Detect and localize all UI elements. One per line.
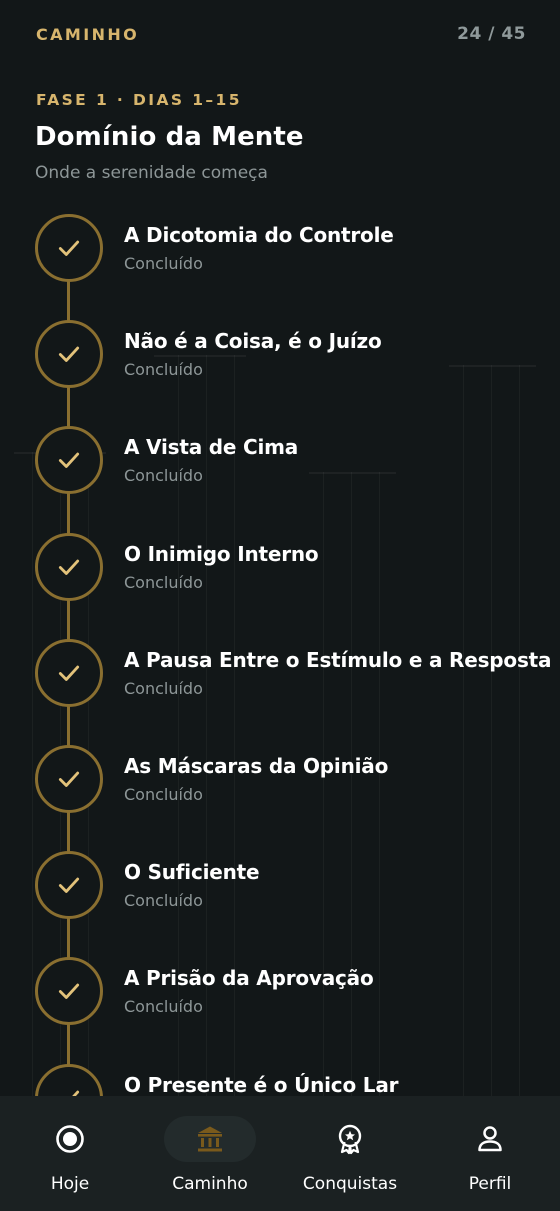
check-icon bbox=[56, 978, 82, 1004]
lesson-title: A Prisão da Aprovação bbox=[124, 966, 374, 991]
completed-step-circle bbox=[35, 320, 103, 389]
completed-step-circle bbox=[35, 957, 103, 1026]
lesson-item[interactable]: A Dicotomia do Controle Concluído bbox=[0, 214, 560, 304]
lesson-title: O Presente é o Único Lar bbox=[124, 1072, 399, 1097]
lesson-item[interactable]: O Suficiente Concluído bbox=[0, 851, 560, 941]
completed-step-circle bbox=[35, 426, 103, 495]
check-icon bbox=[56, 235, 82, 261]
lesson-title: As Máscaras da Opinião bbox=[124, 754, 389, 778]
nav-item-caminho[interactable]: Caminho bbox=[140, 1116, 280, 1194]
temple-icon bbox=[164, 1116, 256, 1162]
lesson-item[interactable]: As Máscaras da Opinião Concluído bbox=[0, 745, 560, 835]
lesson-item[interactable]: A Pausa Entre o Estímulo e a Resposta Con… bbox=[0, 638, 560, 729]
nav-item-hoje[interactable]: Hoje bbox=[0, 1116, 140, 1194]
check-icon bbox=[56, 872, 82, 898]
lesson-status: Concluído bbox=[124, 785, 203, 804]
nav-label: Conquistas bbox=[302, 1174, 398, 1194]
lesson-status: Concluído bbox=[124, 360, 203, 380]
check-icon bbox=[56, 341, 82, 367]
bottom-navigation: Hoje Caminho Conquistas Perfil bbox=[0, 1096, 560, 1211]
nav-item-conquistas[interactable]: Conquistas bbox=[280, 1116, 420, 1194]
app-screen: CAMINHO 24 / 45 FASE 1 · DIAS 1–15 Domín… bbox=[0, 0, 560, 1211]
lesson-status: Concluído bbox=[124, 572, 203, 592]
target-icon bbox=[24, 1116, 116, 1162]
lesson-title: Não é a Coisa, é o Juízo bbox=[124, 329, 382, 354]
lesson-status: Concluído bbox=[124, 254, 203, 273]
lesson-title: O Inimigo Interno bbox=[124, 541, 319, 566]
lesson-title: A Vista de Cima bbox=[124, 435, 299, 460]
check-icon bbox=[56, 554, 82, 580]
nav-label: Perfil bbox=[468, 1174, 512, 1194]
nav-label: Caminho bbox=[172, 1174, 248, 1194]
lesson-status: Concluído bbox=[124, 997, 203, 1017]
check-icon bbox=[56, 660, 82, 686]
lesson-title: O Suficiente bbox=[124, 860, 260, 885]
lesson-timeline: A Dicotomia do Controle Concluído Não é a … bbox=[0, 0, 560, 1132]
completed-step-circle bbox=[35, 214, 103, 282]
user-icon bbox=[444, 1116, 536, 1162]
lesson-status: Concluído bbox=[124, 678, 203, 698]
lesson-item[interactable]: A Prisão da Aprovação Concluído bbox=[0, 957, 560, 1047]
lesson-status: Concluído bbox=[124, 891, 203, 911]
check-icon bbox=[56, 447, 82, 473]
lesson-item[interactable]: Não é a Coisa, é o Juízo Concluído bbox=[0, 320, 560, 410]
nav-label: Hoje bbox=[50, 1174, 90, 1194]
completed-step-circle bbox=[35, 532, 103, 601]
check-icon bbox=[56, 766, 82, 792]
lesson-item[interactable]: A Vista de Cima Concluído bbox=[0, 426, 560, 516]
lesson-title: A Pausa Entre o Estímulo e a Resposta bbox=[124, 647, 552, 672]
completed-step-circle bbox=[35, 638, 103, 707]
badge-icon bbox=[304, 1116, 396, 1162]
lesson-status: Concluído bbox=[124, 466, 203, 486]
completed-step-circle bbox=[35, 851, 103, 920]
completed-step-circle bbox=[35, 745, 103, 813]
nav-item-perfil[interactable]: Perfil bbox=[420, 1116, 560, 1194]
lesson-item[interactable]: O Inimigo Interno Concluído bbox=[0, 532, 560, 623]
lesson-title: A Dicotomia do Controle bbox=[124, 223, 394, 247]
